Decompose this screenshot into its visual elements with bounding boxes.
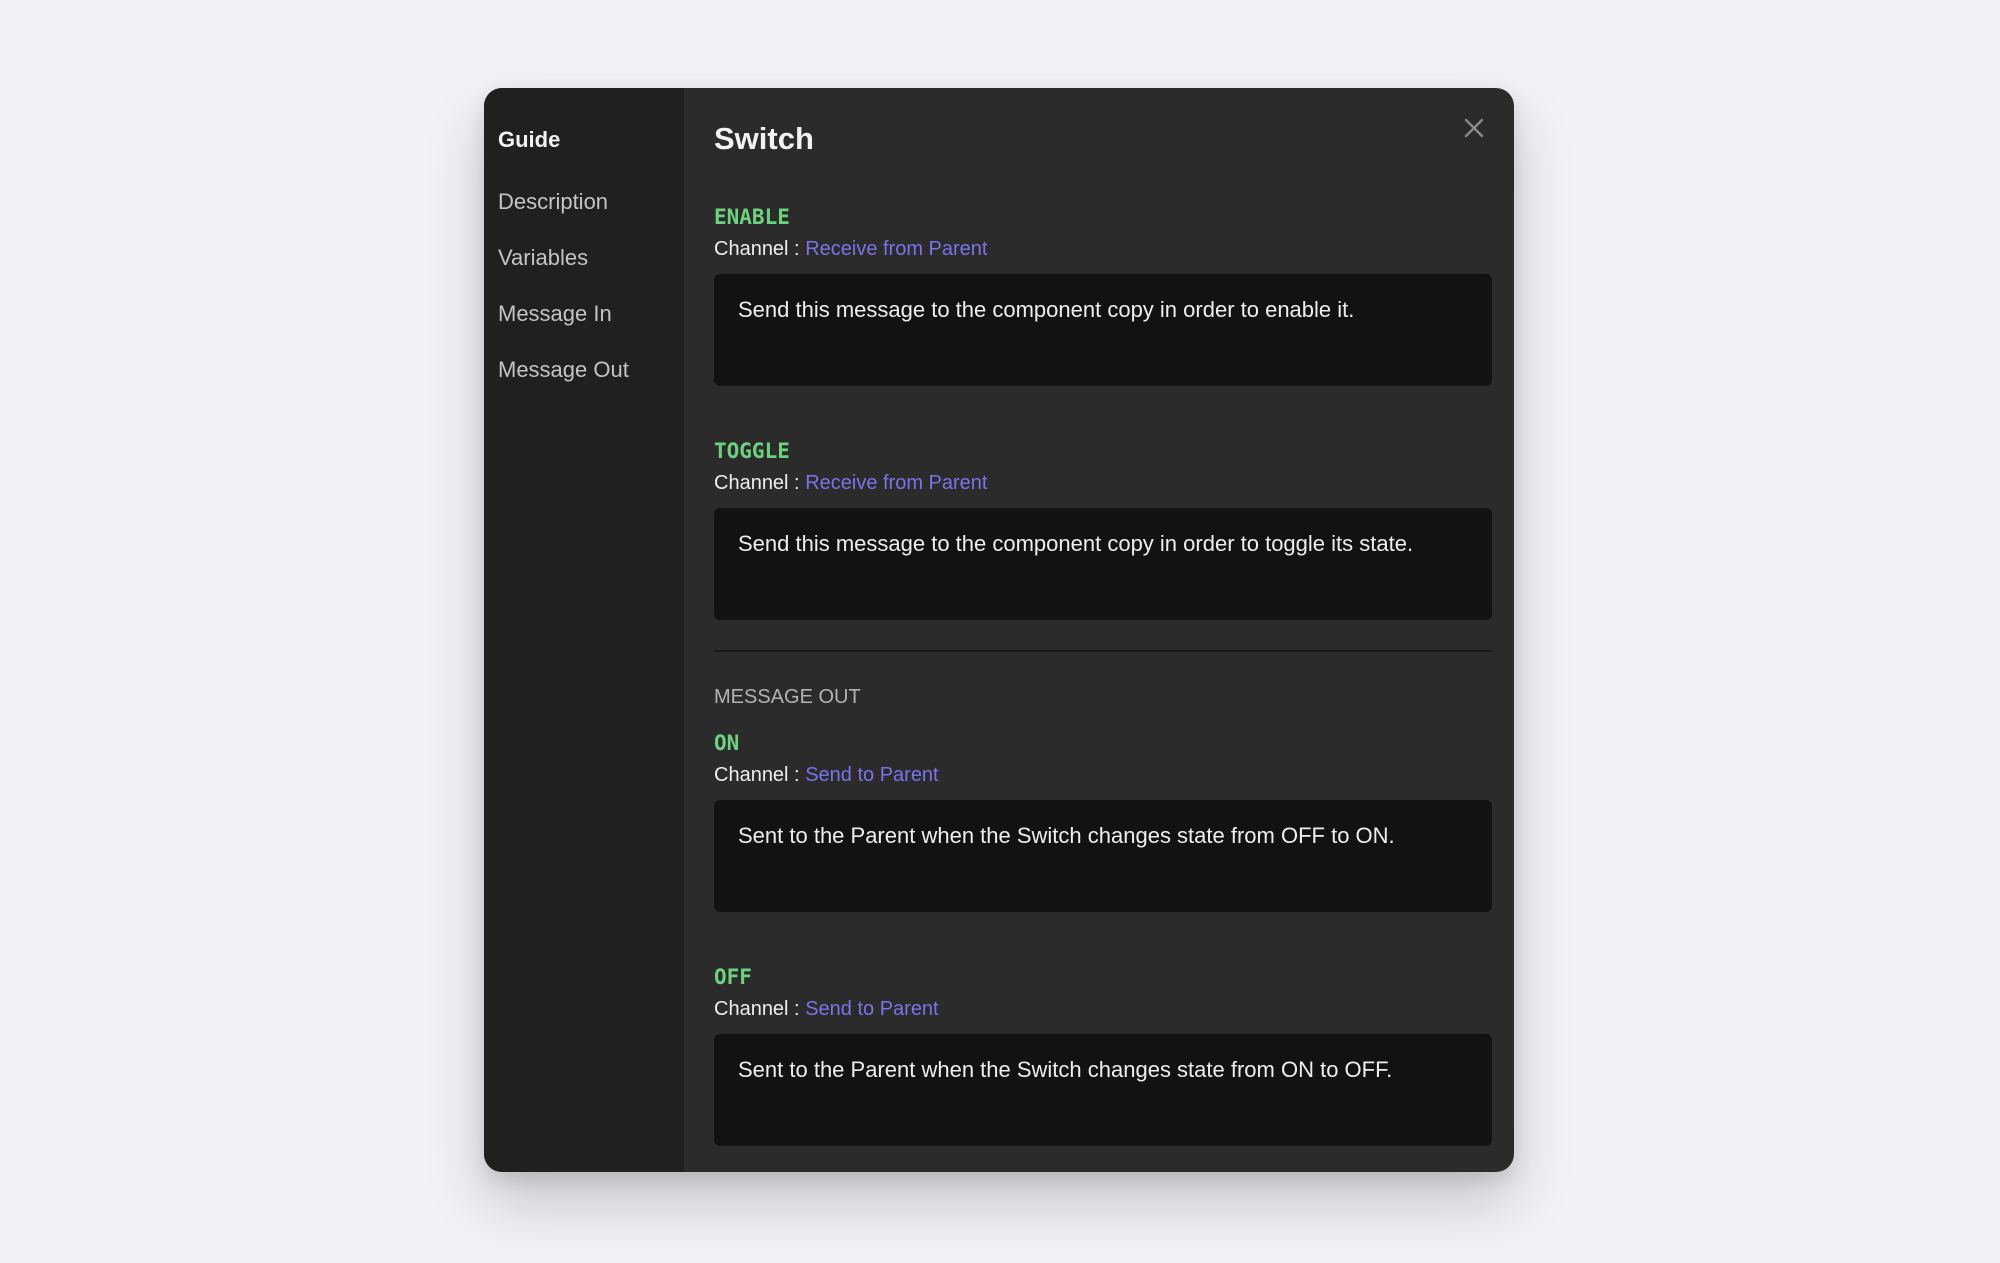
channel-value: Receive from Parent	[805, 238, 988, 260]
page-title: Switch	[714, 121, 814, 156]
message-item-on: ON Channel : Send to Parent Sent to the …	[714, 728, 1492, 912]
message-description: Sent to the Parent when the Switch chang…	[714, 1034, 1492, 1146]
guide-modal: Guide Description Variables Message In M…	[484, 88, 1514, 1172]
sidebar-item-description[interactable]: Description	[498, 186, 670, 242]
channel-label: Channel :	[714, 238, 800, 260]
message-channel: Channel : Receive from Parent	[714, 232, 1492, 266]
sidebar-item-message-out[interactable]: Message Out	[498, 354, 670, 410]
message-channel: Channel : Send to Parent	[714, 992, 1492, 1026]
channel-value: Receive from Parent	[805, 472, 988, 494]
close-button[interactable]	[1460, 114, 1488, 142]
sidebar-nav: Description Variables Message In Message…	[498, 186, 670, 410]
channel-value: Send to Parent	[805, 764, 939, 786]
close-icon	[1464, 118, 1484, 138]
message-description: Sent to the Parent when the Switch chang…	[714, 800, 1492, 912]
channel-value: Send to Parent	[805, 998, 939, 1020]
section-title-message-out: MESSAGE OUT	[714, 686, 861, 708]
message-name: ON	[714, 731, 740, 755]
message-name: TOGGLE	[714, 439, 790, 463]
message-name: OFF	[714, 965, 752, 989]
section-divider	[714, 650, 1492, 652]
message-description: Send this message to the component copy …	[714, 508, 1492, 620]
message-channel: Channel : Send to Parent	[714, 758, 1492, 792]
message-item-enable: ENABLE Channel : Receive from Parent Sen…	[714, 202, 1492, 386]
channel-label: Channel :	[714, 998, 800, 1020]
guide-content: Switch ENABLE Channel : Receive from Par…	[684, 88, 1514, 1172]
message-name: ENABLE	[714, 205, 790, 229]
sidebar-title: Guide	[498, 127, 561, 152]
guide-sidebar: Guide Description Variables Message In M…	[484, 88, 684, 1172]
message-item-off: OFF Channel : Send to Parent Sent to the…	[714, 962, 1492, 1146]
message-description: Send this message to the component copy …	[714, 274, 1492, 386]
sidebar-item-message-in[interactable]: Message In	[498, 298, 670, 354]
sidebar-item-variables[interactable]: Variables	[498, 242, 670, 298]
channel-label: Channel :	[714, 472, 800, 494]
channel-label: Channel :	[714, 764, 800, 786]
message-channel: Channel : Receive from Parent	[714, 466, 1492, 500]
message-item-toggle: TOGGLE Channel : Receive from Parent Sen…	[714, 436, 1492, 620]
